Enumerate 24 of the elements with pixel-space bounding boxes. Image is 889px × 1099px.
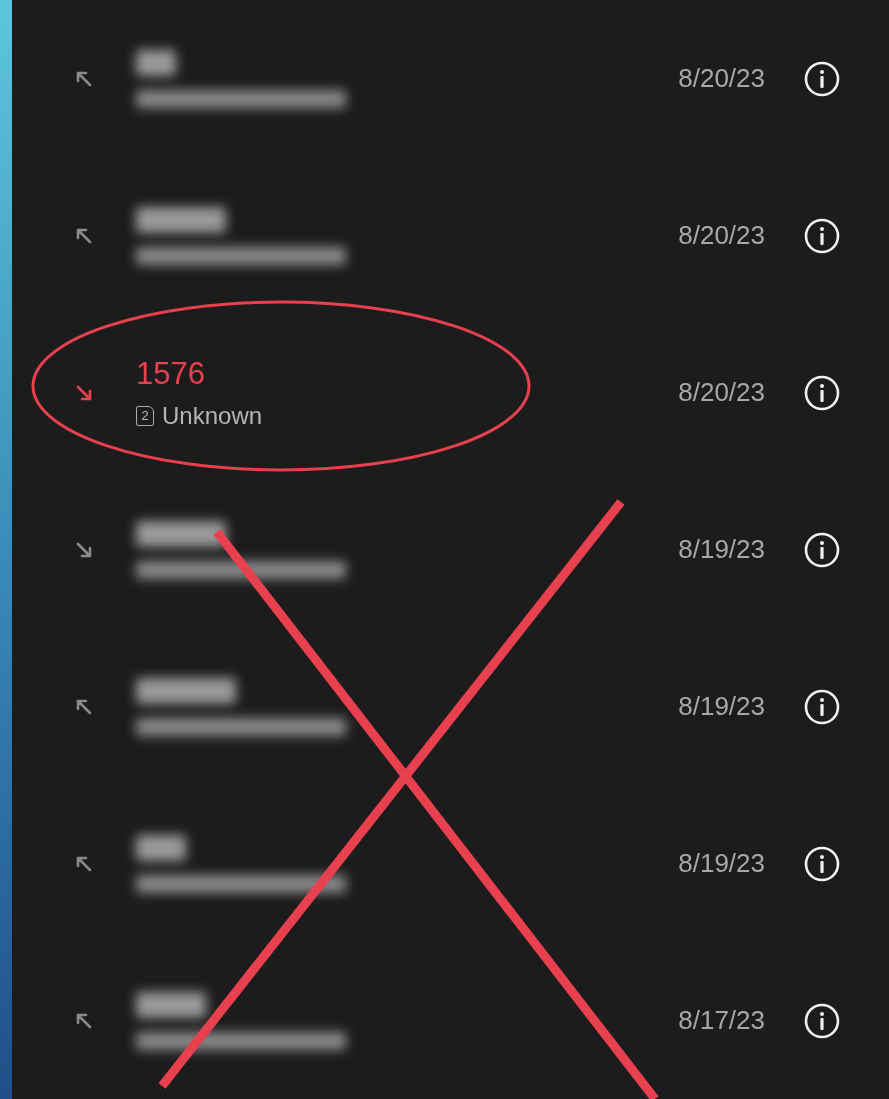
call-date: 8/17/23 [678,1005,765,1036]
call-log-row[interactable]: 8/19/23 [12,628,889,785]
call-log-row[interactable]: 8/19/23 [12,785,889,942]
call-date: 8/20/23 [678,220,765,251]
caller-label: Unknown [162,401,263,430]
call-log-row[interactable]: 8/20/23 [12,157,889,314]
call-log-row[interactable]: 1576 2 Unknown 8/20/23 [12,314,889,471]
call-date: 8/19/23 [678,848,765,879]
call-log-row[interactable]: 8/20/23 [12,0,889,157]
sim-icon: 2 [136,405,154,426]
call-date: 8/20/23 [678,63,765,94]
info-icon[interactable] [803,59,841,98]
info-icon[interactable] [803,216,841,255]
info-icon[interactable] [803,1001,841,1040]
call-log-row[interactable]: 8/17/23 [12,942,889,1099]
info-icon[interactable] [803,373,841,412]
call-date: 8/20/23 [678,377,765,408]
call-date: 8/19/23 [678,534,765,565]
info-icon[interactable] [803,530,841,569]
call-date: 8/19/23 [678,691,765,722]
info-icon[interactable] [803,844,841,883]
call-log-row[interactable]: 8/19/23 [12,471,889,628]
info-icon[interactable] [803,687,841,726]
caller-number: 1576 [136,355,205,392]
